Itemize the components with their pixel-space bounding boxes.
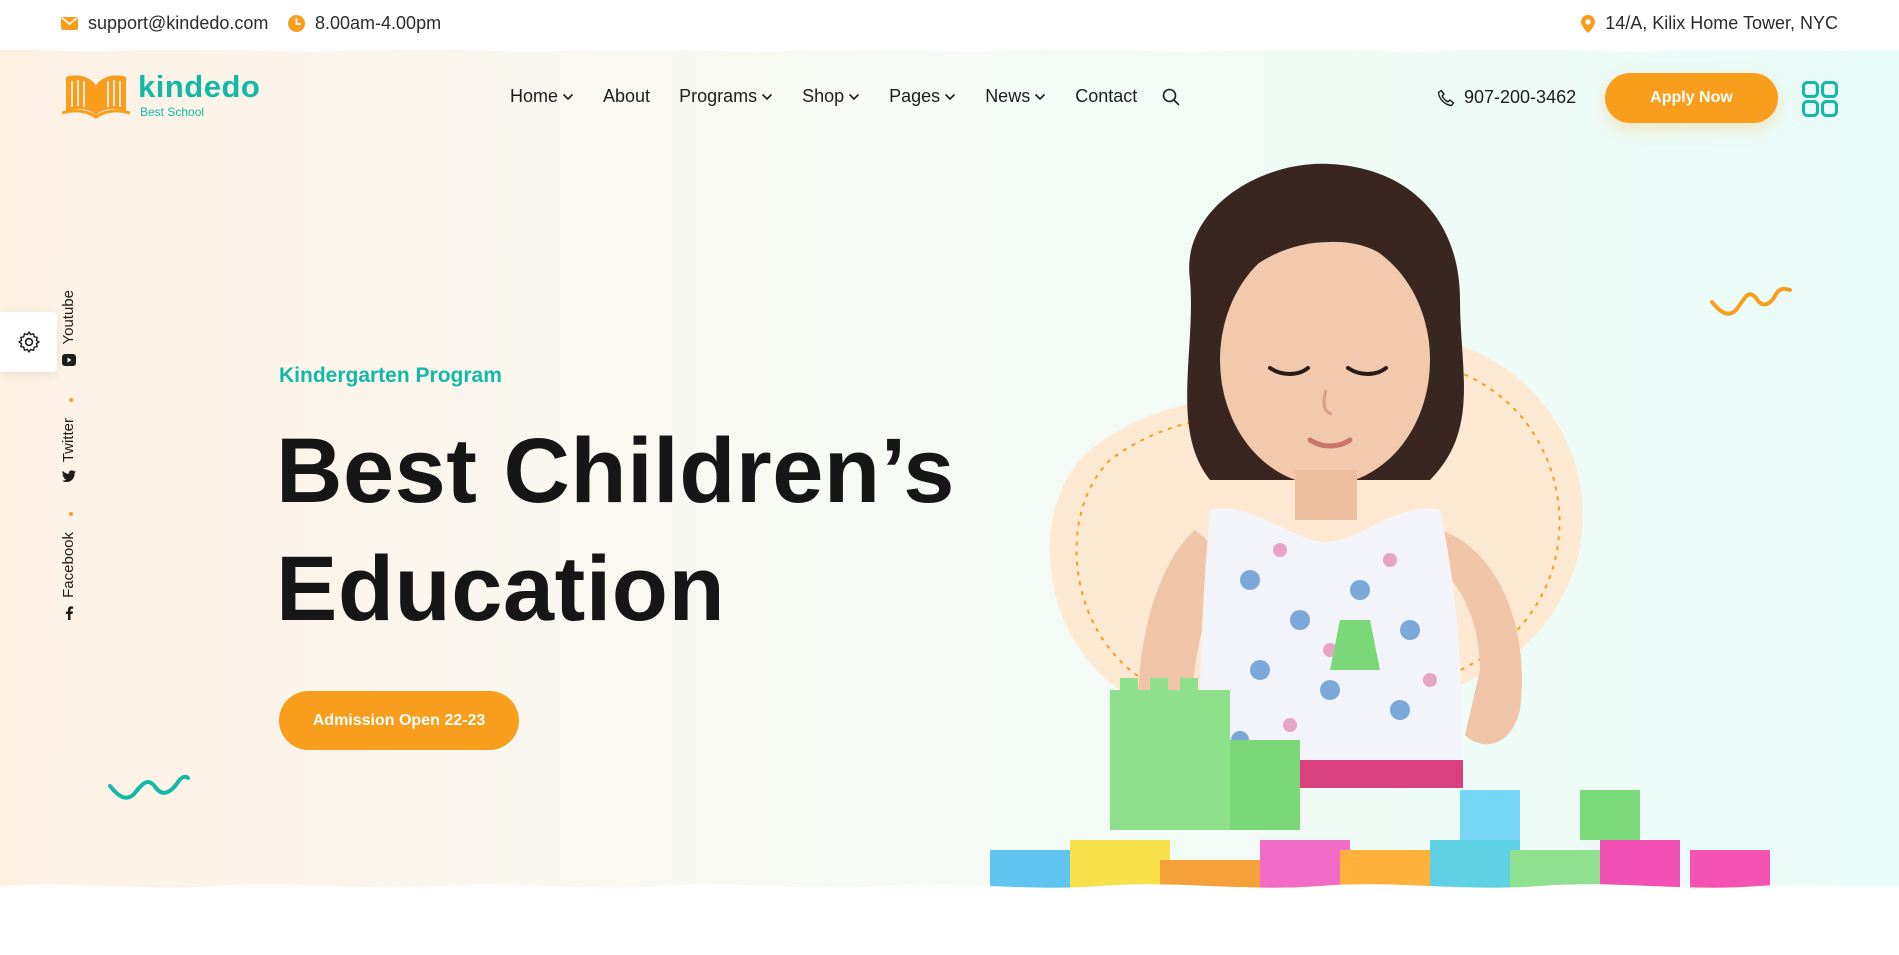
opening-hours: 8.00am-4.00pm — [288, 13, 441, 34]
nav-item-pages[interactable]: Pages — [889, 86, 956, 107]
search-icon[interactable] — [1162, 88, 1180, 106]
social-separator-dot — [69, 512, 73, 516]
nav-item-label: Programs — [679, 86, 758, 106]
gear-icon — [17, 331, 40, 353]
book-logo-icon — [62, 75, 130, 119]
header-phone[interactable]: 907-200-3462 — [1437, 87, 1576, 108]
nav-item-home[interactable]: Home — [510, 86, 574, 107]
youtube-icon — [61, 353, 76, 367]
address-text: 14/A, Kilix Home Tower, NYC — [1605, 13, 1838, 33]
nav-item-news[interactable]: News — [985, 86, 1046, 107]
social-link-twitter[interactable]: Twitter — [60, 418, 77, 483]
social-label-youtube: Youtube — [60, 290, 77, 345]
facebook-icon — [64, 606, 74, 620]
hero-headline: Best Children’s Education — [276, 412, 955, 648]
nav-item-label: News — [985, 86, 1031, 106]
chevron-down-icon — [761, 93, 773, 101]
grid-menu-icon[interactable] — [1802, 81, 1838, 117]
nav-item-label: Home — [510, 86, 559, 106]
contact-email-text: support@kindedo.com — [88, 13, 269, 33]
social-label-facebook: Facebook — [60, 532, 77, 598]
address: 14/A, Kilix Home Tower, NYC — [1581, 13, 1838, 34]
wave-bottom-divider — [0, 884, 1899, 900]
nav-item-label: Contact — [1075, 86, 1138, 106]
apply-now-button[interactable]: Apply Now — [1605, 73, 1778, 123]
settings-toggle[interactable] — [0, 312, 57, 372]
clock-icon — [288, 15, 305, 32]
brand-tagline: Best School — [140, 104, 205, 119]
chevron-down-icon — [944, 93, 956, 101]
chevron-down-icon — [562, 93, 574, 101]
nav-item-about[interactable]: About — [603, 86, 650, 107]
nav-item-shop[interactable]: Shop — [802, 86, 860, 107]
brand-text: kindedo Best School — [138, 71, 260, 118]
admission-open-button[interactable]: Admission Open 22-23 — [279, 691, 519, 750]
nav-item-programs[interactable]: Programs — [679, 86, 773, 107]
social-separator-dot — [69, 398, 73, 402]
nav-item-label: About — [603, 86, 651, 106]
phone-icon — [1437, 89, 1455, 107]
hero-headline-line-1: Best Children’s — [276, 420, 955, 522]
nav-item-contact[interactable]: Contact — [1075, 86, 1137, 107]
hero-child-illustration — [990, 163, 1770, 890]
brand-name: kindedo — [138, 68, 261, 104]
header-phone-number: 907-200-3462 — [1464, 87, 1577, 107]
chevron-down-icon — [1034, 93, 1046, 101]
hero-section: Kindergarten Program Best Children’s Edu… — [0, 50, 1899, 890]
mail-icon — [61, 17, 78, 30]
main-navigation: Home About Programs Shop Pages News Cont… — [510, 86, 1180, 107]
social-link-youtube[interactable]: Youtube — [60, 290, 77, 367]
twitter-icon — [61, 470, 76, 483]
opening-hours-text: 8.00am-4.00pm — [315, 13, 442, 33]
contact-email[interactable]: support@kindedo.com — [61, 13, 268, 34]
social-label-twitter: Twitter — [60, 418, 77, 463]
site-logo[interactable]: kindedo Best School — [62, 69, 260, 119]
hero-headline-line-2: Education — [276, 538, 726, 640]
nav-item-label: Shop — [802, 86, 845, 106]
social-link-facebook[interactable]: Facebook — [60, 532, 77, 620]
squiggle-decoration — [108, 774, 190, 800]
hero-eyebrow: Kindergarten Program — [279, 364, 502, 387]
wave-top-divider — [0, 38, 1899, 52]
nav-item-label: Pages — [889, 86, 941, 106]
map-pin-icon — [1581, 14, 1596, 33]
chevron-down-icon — [848, 93, 860, 101]
